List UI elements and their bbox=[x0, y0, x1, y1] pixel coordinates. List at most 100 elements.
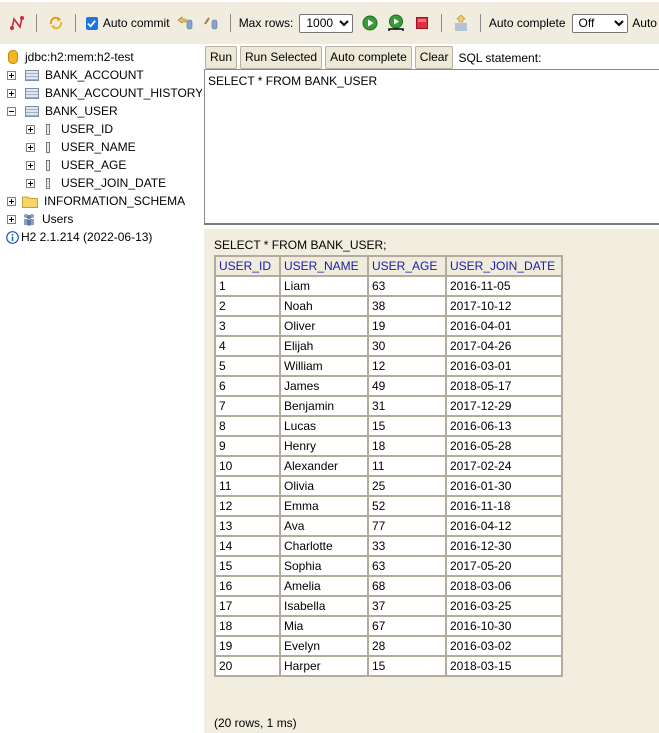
table-cell: 12 bbox=[214, 495, 281, 517]
expand-icon[interactable] bbox=[7, 196, 16, 206]
table-header-row: USER_ID USER_NAME USER_AGE USER_JOIN_DAT… bbox=[214, 255, 563, 277]
column-name: USER_JOIN_DATE bbox=[61, 176, 167, 190]
toolbar: Auto commit Max rows: 1000 Auto complete… bbox=[0, 0, 659, 44]
disconnect-icon[interactable] bbox=[8, 13, 26, 33]
run-selected-icon[interactable] bbox=[387, 13, 405, 33]
table-cell: 2018-03-15 bbox=[445, 655, 563, 677]
table-cell: Olivia bbox=[279, 475, 369, 497]
database-icon bbox=[8, 50, 18, 64]
table-cell: 2017-12-29 bbox=[445, 395, 563, 417]
rollback-icon[interactable] bbox=[176, 13, 194, 33]
tree-column-user-age[interactable]: USER_AGE bbox=[26, 156, 126, 174]
table-cell: 2016-12-30 bbox=[445, 535, 563, 557]
tree-users[interactable]: Users bbox=[7, 210, 73, 228]
tree-connection[interactable]: jdbc:h2:mem:h2-test bbox=[8, 48, 134, 66]
expand-icon[interactable] bbox=[26, 142, 35, 152]
expand-icon[interactable] bbox=[7, 214, 16, 224]
column-icon bbox=[46, 177, 50, 189]
refresh-icon[interactable] bbox=[47, 13, 65, 33]
expand-icon[interactable] bbox=[7, 88, 16, 98]
commit-icon[interactable] bbox=[202, 13, 220, 33]
column-header[interactable]: USER_ID bbox=[214, 255, 281, 277]
table-icon bbox=[25, 69, 39, 81]
tree-column-user-name[interactable]: USER_NAME bbox=[26, 138, 136, 156]
expand-icon[interactable] bbox=[7, 70, 16, 80]
run-selected-button[interactable]: Run Selected bbox=[240, 46, 323, 69]
table-row: 20 Harper 15 2018-03-15 bbox=[214, 655, 563, 677]
table-icon bbox=[25, 87, 39, 99]
tree-column-user-join-date[interactable]: USER_JOIN_DATE bbox=[26, 174, 166, 192]
collapse-icon[interactable] bbox=[7, 106, 16, 116]
run-icon[interactable] bbox=[361, 13, 379, 33]
table-cell: Emma bbox=[279, 495, 369, 517]
table-cell: Harper bbox=[279, 655, 369, 677]
column-header[interactable]: USER_AGE bbox=[367, 255, 447, 277]
expand-icon[interactable] bbox=[26, 124, 35, 134]
table-cell: 2016-01-30 bbox=[445, 475, 563, 497]
table-row: 7 Benjamin 31 2017-12-29 bbox=[214, 395, 563, 417]
table-cell: 33 bbox=[367, 535, 447, 557]
table-cell: 17 bbox=[214, 595, 281, 617]
column-header[interactable]: USER_JOIN_DATE bbox=[445, 255, 563, 277]
table-cell: 38 bbox=[367, 295, 447, 317]
table-icon bbox=[25, 105, 39, 117]
table-cell: Charlotte bbox=[279, 535, 369, 557]
table-row: 15 Sophia 63 2017-05-20 bbox=[214, 555, 563, 577]
history-icon[interactable] bbox=[452, 13, 470, 33]
column-name: USER_ID bbox=[61, 122, 114, 136]
table-cell: 4 bbox=[214, 335, 281, 357]
table-cell: 2016-03-02 bbox=[445, 635, 563, 657]
table-row: 18 Mia 67 2016-10-30 bbox=[214, 615, 563, 637]
expand-icon[interactable] bbox=[26, 178, 35, 188]
toolbar-separator bbox=[440, 14, 442, 32]
toolbar-separator bbox=[229, 14, 231, 32]
sql-statement-label: SQL statement: bbox=[458, 50, 542, 65]
table-cell: 2016-04-12 bbox=[445, 515, 563, 537]
table-cell: 20 bbox=[214, 655, 281, 677]
clear-button[interactable]: Clear bbox=[414, 46, 454, 69]
table-cell: 25 bbox=[367, 475, 447, 497]
table-cell: William bbox=[279, 355, 369, 377]
table-cell: Benjamin bbox=[279, 395, 369, 417]
info-icon bbox=[6, 230, 19, 244]
stop-icon[interactable] bbox=[413, 13, 431, 33]
table-cell: 30 bbox=[367, 335, 447, 357]
table-row: 2 Noah 38 2017-10-12 bbox=[214, 295, 563, 317]
column-header[interactable]: USER_NAME bbox=[279, 255, 369, 277]
result-table-body: 1 Liam 63 2016-11-05 2 Noah 38 2017-10-12 3 Olive… bbox=[214, 275, 563, 677]
table-name: BANK_ACCOUNT bbox=[45, 68, 144, 82]
run-button[interactable]: Run bbox=[205, 46, 238, 69]
table-row: 1 Liam 63 2016-11-05 bbox=[214, 275, 563, 297]
table-row: 13 Ava 77 2016-04-12 bbox=[214, 515, 563, 537]
table-cell: 2017-10-12 bbox=[445, 295, 563, 317]
auto-complete-select[interactable]: Off bbox=[571, 13, 629, 33]
table-row: 5 William 12 2016-03-01 bbox=[214, 355, 563, 377]
column-name: USER_NAME bbox=[61, 140, 136, 154]
table-row: 14 Charlotte 33 2016-12-30 bbox=[214, 535, 563, 557]
tree-table-bank-account[interactable]: BANK_ACCOUNT bbox=[7, 66, 144, 84]
tree-column-user-id[interactable]: USER_ID bbox=[26, 120, 113, 138]
table-cell: 15 bbox=[367, 415, 447, 437]
table-cell: Henry bbox=[279, 435, 369, 457]
sql-editor[interactable]: SELECT * FROM BANK_USER bbox=[204, 69, 659, 225]
tree-table-bank-account-history[interactable]: BANK_ACCOUNT_HISTORY bbox=[7, 84, 203, 102]
auto-complete-button[interactable]: Auto complete bbox=[325, 46, 412, 69]
table-row: 3 Oliver 19 2016-04-01 bbox=[214, 315, 563, 337]
table-cell: 1 bbox=[214, 275, 281, 297]
users-icon bbox=[24, 214, 34, 226]
result-panel: SELECT * FROM BANK_USER; USER_ID USER_NA… bbox=[204, 229, 659, 733]
expand-icon[interactable] bbox=[26, 160, 35, 170]
tree-information-schema[interactable]: INFORMATION_SCHEMA bbox=[7, 192, 185, 210]
auto-complete-label: Auto complete bbox=[488, 16, 566, 30]
max-rows-select[interactable]: 1000 bbox=[299, 13, 353, 33]
table-cell: 2016-06-13 bbox=[445, 415, 563, 437]
toolbar-separator bbox=[75, 14, 77, 32]
table-cell: Evelyn bbox=[279, 635, 369, 657]
table-cell: 63 bbox=[367, 555, 447, 577]
table-row: 10 Alexander 11 2017-02-24 bbox=[214, 455, 563, 477]
table-cell: 2016-04-01 bbox=[445, 315, 563, 337]
schema-name: INFORMATION_SCHEMA bbox=[44, 194, 186, 208]
table-row: 8 Lucas 15 2016-06-13 bbox=[214, 415, 563, 437]
auto-commit-checkbox[interactable] bbox=[86, 16, 98, 30]
tree-table-bank-user[interactable]: BANK_USER bbox=[7, 102, 118, 120]
